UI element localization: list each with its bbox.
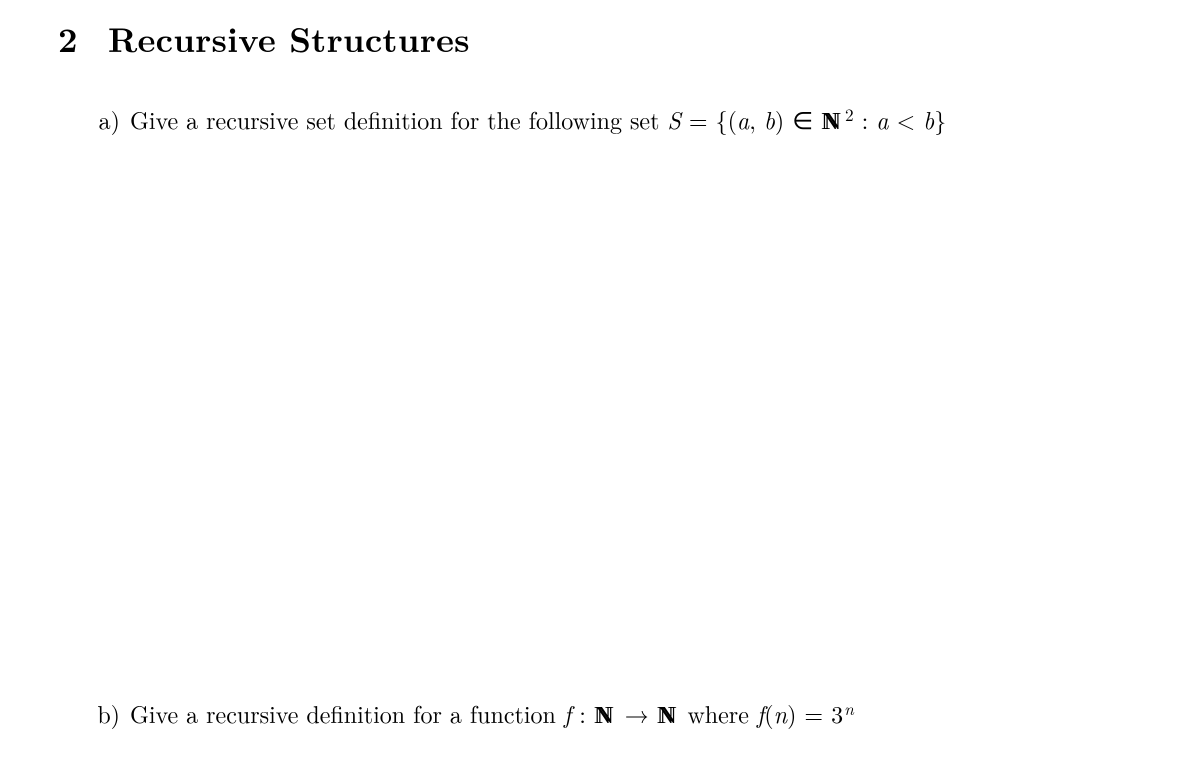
math-where: where xyxy=(679,696,756,730)
bbn-stroke2: N xyxy=(659,699,676,734)
blackboard-N: NN xyxy=(821,105,844,140)
math-colon: : xyxy=(854,102,877,136)
math-base3: 3 xyxy=(831,696,843,730)
math-arrow: → xyxy=(617,696,657,730)
math-a2: a xyxy=(876,102,888,136)
math-b: b xyxy=(764,102,775,136)
question-a-label: a) xyxy=(86,102,120,137)
math-eq-b: = xyxy=(796,696,831,730)
math-eq: = xyxy=(681,102,716,136)
question-a-text: Give a recursive set definition for the … xyxy=(130,102,667,136)
math-rbrace: } xyxy=(934,102,946,136)
math-lt: < xyxy=(889,102,924,136)
math-lbrace: { xyxy=(716,102,728,136)
section-heading: 2Recursive Structures xyxy=(58,14,470,63)
math-S: S xyxy=(667,102,681,136)
bbn-stroke2: N xyxy=(597,699,614,734)
section-title: Recursive Structures xyxy=(108,14,470,63)
question-a-body: Give a recursive set definition for the … xyxy=(130,102,946,140)
question-b-body: Give a recursive definition for a functi… xyxy=(130,696,854,734)
math-n: n xyxy=(774,696,788,730)
bbn-stroke2: N xyxy=(824,105,841,140)
math-a: a xyxy=(737,102,749,136)
page: 2Recursive Structures a) Give a recursiv… xyxy=(0,0,1182,758)
math-squared: 2 xyxy=(845,103,854,127)
blackboard-N-domain: NN xyxy=(594,699,617,734)
math-lparen: ( xyxy=(728,102,737,136)
math-in: ∈ xyxy=(784,102,821,136)
section-number: 2 xyxy=(58,14,108,63)
math-exp-n: n xyxy=(844,697,854,721)
math-lparen-b: ( xyxy=(764,696,773,730)
math-colon-map: : xyxy=(571,696,594,730)
question-b-text: Give a recursive definition for a functi… xyxy=(130,696,564,730)
question-b-label: b) xyxy=(86,696,120,731)
math-comma: , xyxy=(749,102,764,136)
math-rparen: ) xyxy=(775,102,784,136)
blackboard-N-codomain: NN xyxy=(657,699,680,734)
math-b2: b xyxy=(923,102,934,136)
